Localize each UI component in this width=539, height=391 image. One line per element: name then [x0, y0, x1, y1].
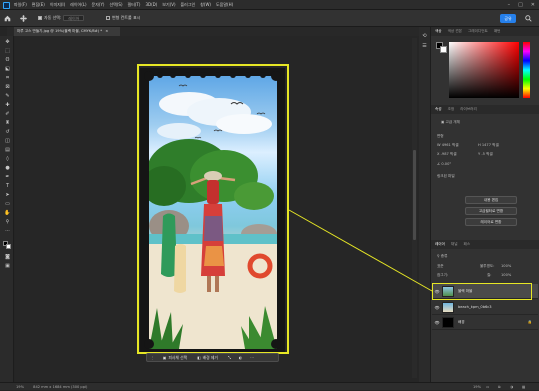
- annotation-leader-line: [288, 209, 433, 292]
